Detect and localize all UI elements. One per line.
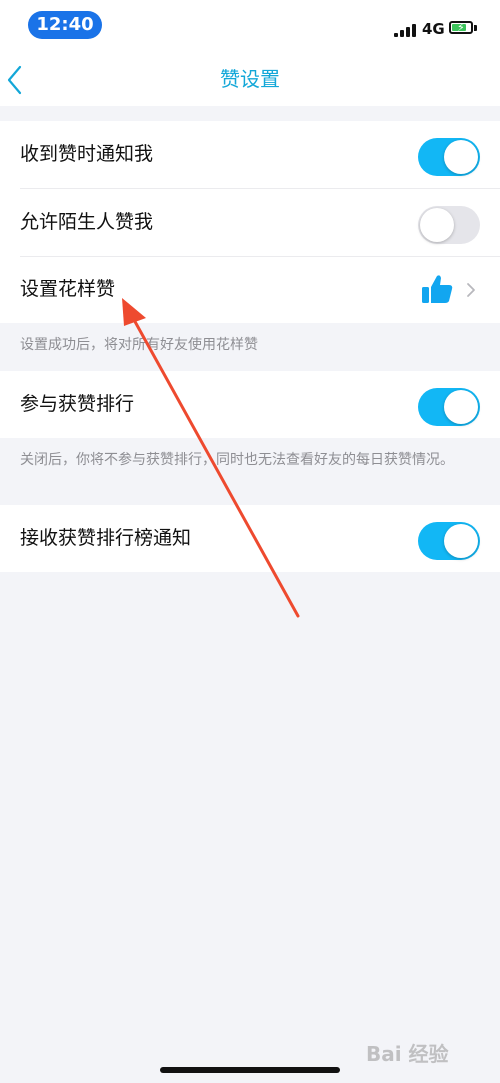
notify-like-label: 收到赞时通知我 xyxy=(20,143,154,165)
fancy-like-label: 设置花样赞 xyxy=(20,278,116,300)
chevron-left-icon xyxy=(7,65,22,95)
like-settings-group: 收到赞时通知我 允许陌生人赞我 设置花样赞 xyxy=(0,121,500,323)
battery-cap xyxy=(474,25,477,31)
watermark-logo: Bai 经验 xyxy=(366,1042,449,1066)
fancy-like-row[interactable]: 设置花样赞 xyxy=(0,256,500,323)
ranking-group: 参与获赞排行 xyxy=(0,371,500,438)
time-label: 12:40 xyxy=(28,11,102,39)
home-indicator[interactable] xyxy=(160,1067,340,1073)
notify-like-row: 收到赞时通知我 xyxy=(0,121,500,188)
ranking-toggle[interactable] xyxy=(418,388,480,426)
ranking-notify-label: 接收获赞排行榜通知 xyxy=(20,527,192,549)
ranking-notify-group: 接收获赞排行榜通知 xyxy=(0,505,500,572)
ranking-hint: 关闭后，你将不参与获赞排行，同时也无法查看好友的每日获赞情况。 xyxy=(20,452,454,468)
ranking-notify-row: 接收获赞排行榜通知 xyxy=(0,505,500,572)
navigation-bar: 赞设置 xyxy=(0,52,500,106)
signal-icon xyxy=(394,23,418,37)
status-bar: 12:40 4G ⚡ xyxy=(0,0,500,52)
notify-like-toggle[interactable] xyxy=(418,138,480,176)
allow-stranger-label: 允许陌生人赞我 xyxy=(20,211,154,233)
fancy-like-hint: 设置成功后，将对所有好友使用花样赞 xyxy=(20,337,258,353)
ranking-notify-toggle[interactable] xyxy=(418,522,480,560)
thumbs-up-icon xyxy=(422,275,453,303)
allow-stranger-row: 允许陌生人赞我 xyxy=(0,189,500,256)
ranking-label: 参与获赞排行 xyxy=(20,393,135,415)
network-label: 4G xyxy=(422,20,445,38)
battery-icon: ⚡ xyxy=(449,21,473,34)
page-title: 赞设置 xyxy=(220,67,280,91)
ranking-row: 参与获赞排行 xyxy=(0,371,500,438)
chevron-right-icon xyxy=(467,283,475,297)
back-button[interactable] xyxy=(0,52,48,106)
allow-stranger-toggle[interactable] xyxy=(418,206,480,244)
